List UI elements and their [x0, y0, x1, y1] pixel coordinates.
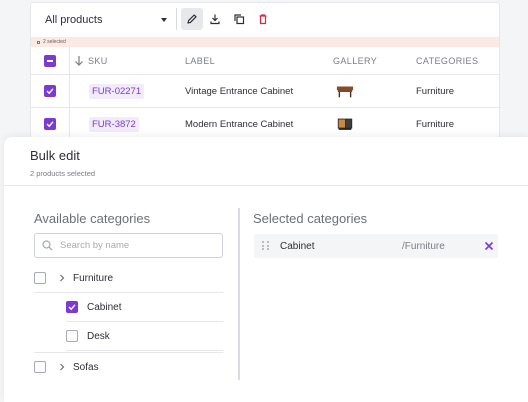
chevron-right-icon[interactable] [57, 362, 67, 372]
bulk-edit-title: Bulk edit [30, 148, 80, 163]
tree-item-furniture[interactable]: Furniture [34, 264, 223, 293]
tree-item-label: Sofas [73, 361, 99, 373]
available-categories-title: Available categories [34, 211, 151, 226]
cabinet-checkbox[interactable] [66, 301, 78, 313]
product-category: Furniture [416, 85, 455, 97]
sofas-checkbox[interactable] [34, 361, 46, 373]
product-thumbnail[interactable] [336, 117, 354, 131]
grid-toolbar: All products [31, 3, 499, 37]
tree-item-cabinet[interactable]: Cabinet [66, 293, 223, 322]
download-icon [210, 14, 220, 25]
selected-category-path: /Furniture [402, 240, 445, 252]
selected-category-item[interactable]: Cabinet /Furniture [254, 234, 498, 258]
duplicate-icon [234, 14, 245, 25]
download-button[interactable] [204, 8, 226, 30]
drag-handle-icon[interactable] [262, 241, 270, 251]
sheet-divider [4, 185, 528, 186]
sku-chip[interactable]: FUR-3872 [89, 116, 139, 132]
tree-item-label: Cabinet [87, 301, 122, 313]
selection-count: 2 selected [43, 39, 66, 45]
chevron-down-icon [161, 18, 167, 22]
edit-button[interactable] [181, 8, 203, 30]
header-check-cell [31, 47, 70, 74]
toolbar-divider [176, 8, 177, 30]
tree-item-sofas[interactable]: Sofas [34, 352, 223, 381]
tree-item-label: Desk [87, 330, 110, 342]
bulk-edit-subtitle: 2 products selected [30, 169, 96, 178]
tree-item-label: Furniture [73, 272, 114, 284]
edit-icon [187, 14, 197, 24]
check-icon [46, 88, 54, 95]
table-row[interactable]: FUR-02271 Vintage Entrance Cabinet Furni… [31, 75, 499, 108]
desk-checkbox[interactable] [66, 330, 78, 342]
catalog-select-value: All products [45, 14, 103, 26]
check-icon [46, 121, 54, 128]
duplicate-button[interactable] [228, 8, 250, 30]
product-label: Vintage Entrance Cabinet [185, 85, 294, 97]
row-checkbox[interactable] [44, 85, 56, 97]
column-header-categories[interactable]: CATEGORIES [416, 56, 478, 66]
bulk-edit-panel: Bulk edit 2 products selected Available … [4, 137, 528, 402]
column-header-sku[interactable]: SKU [88, 56, 108, 66]
check-icon [68, 304, 76, 311]
selection-checkbox-icon [37, 40, 40, 44]
sort-arrow-down-icon[interactable] [74, 55, 84, 67]
search-icon [42, 240, 53, 251]
category-search-input[interactable] [58, 239, 218, 252]
furniture-checkbox[interactable] [34, 272, 46, 284]
sort-cell: SKU [74, 47, 108, 74]
category-search-field[interactable] [34, 233, 223, 258]
product-category: Furniture [416, 118, 455, 130]
close-icon [484, 241, 494, 251]
product-grid-panel: All products 2 selected SKU LABEL GALLER… [30, 2, 500, 152]
product-label: Modern Entrance Cabinet [185, 118, 294, 130]
selected-categories-title: Selected categories [253, 211, 368, 226]
chevron-right-icon[interactable] [57, 273, 67, 283]
sku-chip[interactable]: FUR-02271 [89, 83, 145, 99]
column-header-gallery[interactable]: GALLERY [333, 56, 377, 66]
row-checkbox[interactable] [44, 118, 56, 130]
delete-icon [259, 14, 267, 25]
columns-separator [238, 208, 240, 380]
catalog-select[interactable]: All products [37, 6, 171, 34]
delete-button[interactable] [252, 8, 274, 30]
selected-category-label: Cabinet [280, 240, 315, 252]
tree-item-desk[interactable]: Desk [66, 322, 223, 351]
product-thumbnail[interactable] [336, 84, 354, 98]
grid-header: SKU LABEL GALLERY CATEGORIES [31, 47, 499, 75]
remove-category-button[interactable] [484, 241, 494, 251]
selection-bar: 2 selected [31, 37, 499, 47]
column-header-label[interactable]: LABEL [185, 56, 215, 66]
select-all-checkbox[interactable] [44, 54, 56, 67]
